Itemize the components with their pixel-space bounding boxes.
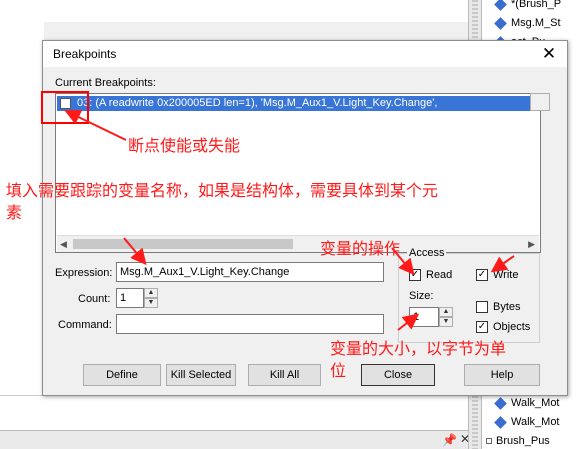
- arrow-enable: [64, 110, 127, 141]
- annotation-size-line1: 变量的大小，以字节为单: [330, 339, 507, 358]
- annotation-size-line2: 位: [330, 361, 347, 380]
- annotation-size: 变量的大小，以字节为单 位: [330, 338, 570, 382]
- annotation-expression-line2: 素: [6, 203, 23, 222]
- annotation-access: 变量的操作: [320, 239, 401, 258]
- arrow-expression: [123, 237, 147, 266]
- arrow-write: [490, 255, 515, 273]
- annotation-expression-line1: 填入需要跟踪的变量名称，如果是结构体，需要具体到某个元: [6, 181, 439, 200]
- annotation-expression: 填入需要跟踪的变量名称，如果是结构体，需要具体到某个元 素: [6, 180, 566, 224]
- arrow-size: [397, 313, 420, 331]
- annotation-enable: 断点使能或失能: [128, 136, 241, 155]
